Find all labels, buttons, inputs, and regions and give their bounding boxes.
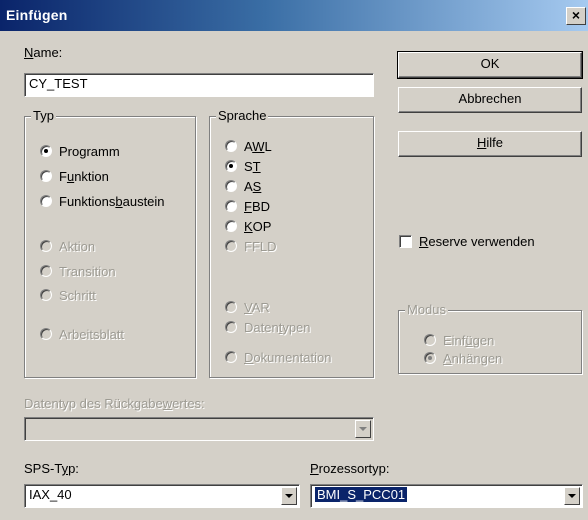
- ok-button[interactable]: OK: [397, 51, 583, 79]
- funktionsbaustein-label: Funktionsbaustein: [59, 194, 165, 209]
- dokumentation-label: Dokumentation: [244, 350, 332, 365]
- st-label: ST: [244, 159, 261, 174]
- anhaengen-label: Anhängen: [443, 351, 503, 366]
- help-button[interactable]: Hilfe: [398, 131, 582, 157]
- title-bar: Einfügen ×: [0, 0, 588, 31]
- name-label: Name:: [24, 45, 63, 60]
- sprache-group-title: Sprache: [216, 108, 269, 123]
- radio-as[interactable]: [225, 180, 237, 192]
- sps-type-value: IAX_40: [29, 487, 72, 502]
- ffld-label: FFLD: [244, 239, 277, 254]
- radio-programm[interactable]: [40, 145, 52, 157]
- reserve-checkbox[interactable]: [399, 235, 412, 248]
- radio-dot: [44, 149, 48, 153]
- processor-type-value: BMI_S_PCC01: [315, 487, 408, 502]
- var-label: VAR: [244, 300, 270, 315]
- radio-funktionsbaustein[interactable]: [40, 195, 52, 207]
- insert-dialog: Einfügen × Name: CY_TEST OK Abbrechen Hi…: [0, 0, 588, 520]
- return-type-label: Datentyp des Rückgabewertes:: [24, 396, 205, 411]
- arbeitsblatt-label: Arbeitsblatt: [59, 327, 125, 342]
- radio-fbd[interactable]: [225, 200, 237, 212]
- processor-type-label: Prozessortyp:: [310, 461, 390, 476]
- dropdown-arrow-icon[interactable]: [564, 487, 580, 505]
- return-type-combo: [24, 417, 374, 441]
- as-label: AS: [244, 179, 262, 194]
- processor-type-combo[interactable]: BMI_S_PCC01: [310, 484, 583, 508]
- modus-group-title: Modus: [405, 302, 449, 317]
- datentypen-label: Datentypen: [244, 320, 311, 335]
- radio-awl[interactable]: [225, 140, 237, 152]
- cancel-button[interactable]: Abbrechen: [398, 87, 582, 113]
- fbd-label: FBD: [244, 199, 271, 214]
- programm-label: Programm: [59, 144, 120, 159]
- dropdown-arrow-icon: [355, 420, 371, 438]
- radio-datentypen: [225, 321, 237, 333]
- radio-transition: [40, 265, 52, 277]
- radio-funktion[interactable]: [40, 170, 52, 182]
- radio-ffld: [225, 240, 237, 252]
- sps-type-combo[interactable]: IAX_40: [24, 484, 300, 508]
- typ-group-title: Typ: [31, 108, 56, 123]
- radio-arbeitsblatt: [40, 328, 52, 340]
- dialog-body: Name: CY_TEST OK Abbrechen Hilfe Typ Pro…: [0, 31, 588, 520]
- radio-dot: [229, 164, 233, 168]
- radio-st[interactable]: [225, 160, 237, 172]
- transition-label: Transition: [59, 264, 116, 279]
- radio-kop[interactable]: [225, 220, 237, 232]
- reserve-label: Reserve verwenden: [419, 234, 535, 249]
- name-input[interactable]: CY_TEST: [24, 73, 374, 97]
- aktion-label: Aktion: [59, 239, 96, 254]
- radio-dokumentation: [225, 351, 237, 363]
- dropdown-arrow-icon[interactable]: [281, 487, 297, 505]
- close-icon[interactable]: ×: [566, 7, 586, 25]
- radio-anhaengen: [424, 352, 436, 364]
- radio-aktion: [40, 240, 52, 252]
- radio-einfuegen: [424, 334, 436, 346]
- einfuegen-label: Einfügen: [443, 333, 495, 348]
- kop-label: KOP: [244, 219, 272, 234]
- awl-label: AWL: [244, 139, 272, 154]
- funktion-label: Funktion: [59, 169, 109, 184]
- window-title: Einfügen: [6, 7, 68, 23]
- radio-dot: [428, 356, 432, 360]
- radio-schritt: [40, 289, 52, 301]
- sps-type-label: SPS-Typ:: [24, 461, 79, 476]
- radio-var: [225, 301, 237, 313]
- schritt-label: Schritt: [59, 288, 96, 303]
